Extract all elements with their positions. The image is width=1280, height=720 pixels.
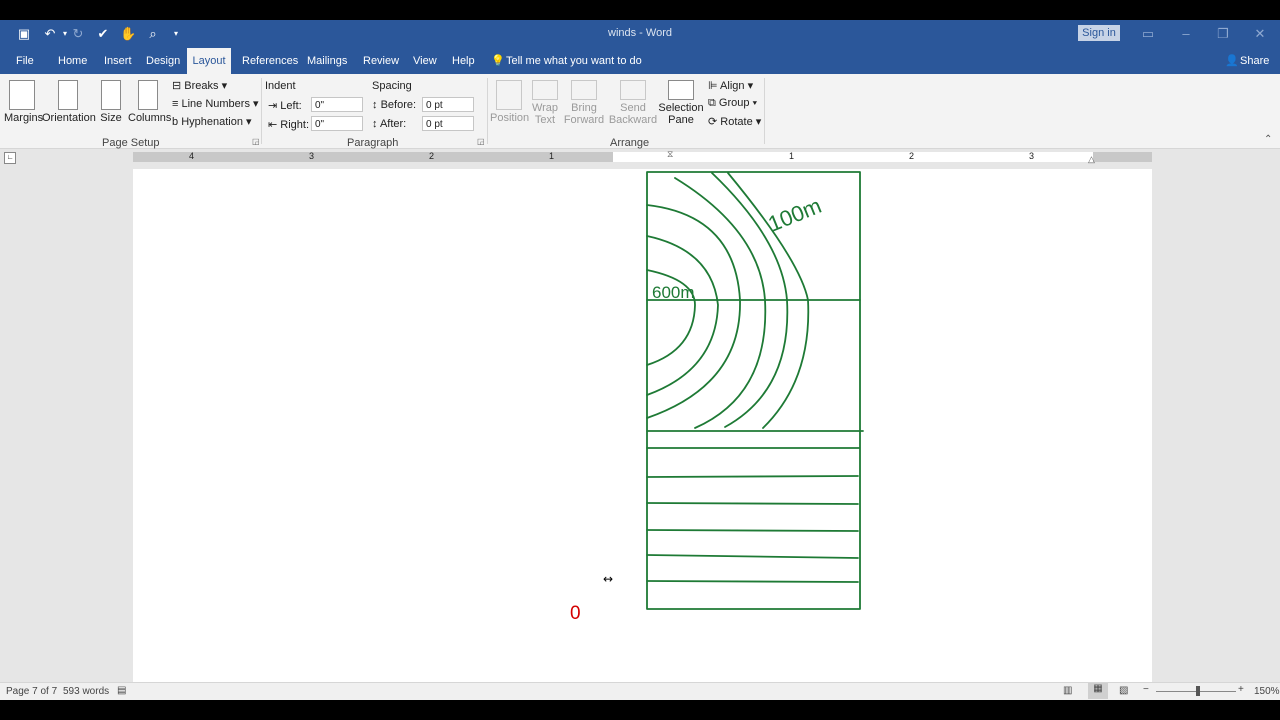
print-layout-icon[interactable]: ▦ <box>1088 683 1108 699</box>
page-count[interactable]: Page 7 of 7 <box>6 686 57 697</box>
contour-line <box>646 204 741 419</box>
zoom-slider-thumb[interactable] <box>1196 686 1200 696</box>
stripe-line <box>646 475 859 478</box>
ink-drawing[interactable]: 100m 600m 0 ↔ <box>0 0 1280 700</box>
letterbox-bar <box>0 700 1280 720</box>
stripe-line <box>646 529 859 532</box>
zoom-level[interactable]: 150% <box>1254 686 1280 697</box>
resize-cursor-icon: ↔ <box>603 572 613 586</box>
status-bar: Page 7 of 7 593 words ▤ ▥ ▦ ▧ − + 150% <box>0 682 1280 701</box>
read-mode-icon[interactable]: ▥ <box>1063 685 1072 696</box>
stripe-line <box>646 502 859 505</box>
zoom-in-icon[interactable]: + <box>1238 684 1244 695</box>
web-layout-icon[interactable]: ▧ <box>1119 685 1128 696</box>
zero-annotation: 0 <box>570 603 581 624</box>
proofing-icon[interactable]: ▤ <box>117 685 126 696</box>
stripe-line <box>646 554 859 559</box>
zoom-out-icon[interactable]: − <box>1143 684 1149 695</box>
contour-label-100m: 100m <box>765 193 825 237</box>
drawing-frame <box>646 171 861 610</box>
contour-label-600m: 600m <box>652 283 695 302</box>
contour-line <box>646 235 719 396</box>
stripe-line <box>646 580 859 583</box>
word-count[interactable]: 593 words <box>63 686 109 697</box>
